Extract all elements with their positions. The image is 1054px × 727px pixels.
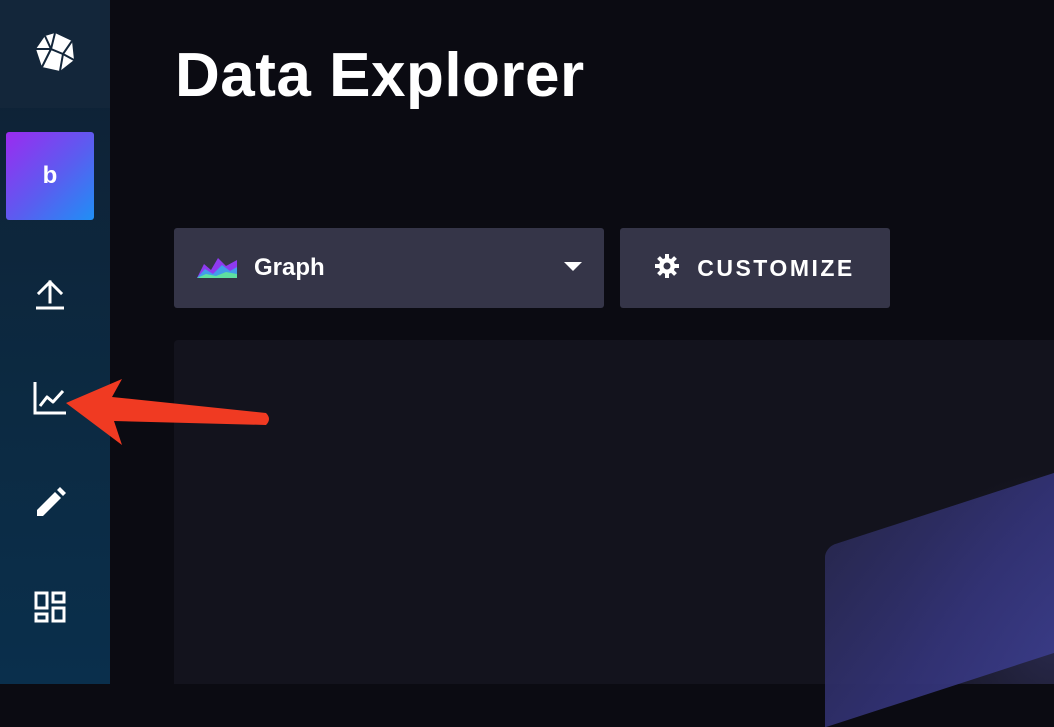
visualization-type-dropdown[interactable]: Graph bbox=[174, 228, 604, 308]
dashboard-grid-icon bbox=[33, 590, 67, 629]
logo[interactable] bbox=[0, 0, 110, 108]
chevron-down-icon bbox=[564, 259, 582, 277]
main-content: Data Explorer Graph CUSTOMIZE bbox=[110, 0, 1054, 727]
influx-cube-logo-icon bbox=[33, 30, 77, 79]
visualization-type-label: Graph bbox=[254, 254, 325, 281]
pencil-icon bbox=[33, 486, 67, 525]
sidebar-item-dashboards[interactable] bbox=[25, 584, 75, 634]
customize-label: CUSTOMIZE bbox=[697, 254, 855, 281]
sidebar-nav: b bbox=[0, 0, 110, 684]
graph-vis-icon bbox=[196, 252, 238, 285]
org-initial: b bbox=[42, 162, 58, 189]
gear-icon bbox=[655, 253, 680, 283]
red-pointer-arrow bbox=[66, 379, 269, 445]
page-title: Data Explorer bbox=[175, 41, 585, 110]
customize-button[interactable]: CUSTOMIZE bbox=[620, 228, 890, 308]
sidebar-item-load-data[interactable] bbox=[25, 272, 75, 322]
upload-icon bbox=[33, 278, 67, 317]
sidebar-item-notebooks[interactable] bbox=[25, 480, 75, 530]
org-avatar-button[interactable]: b bbox=[6, 132, 94, 220]
